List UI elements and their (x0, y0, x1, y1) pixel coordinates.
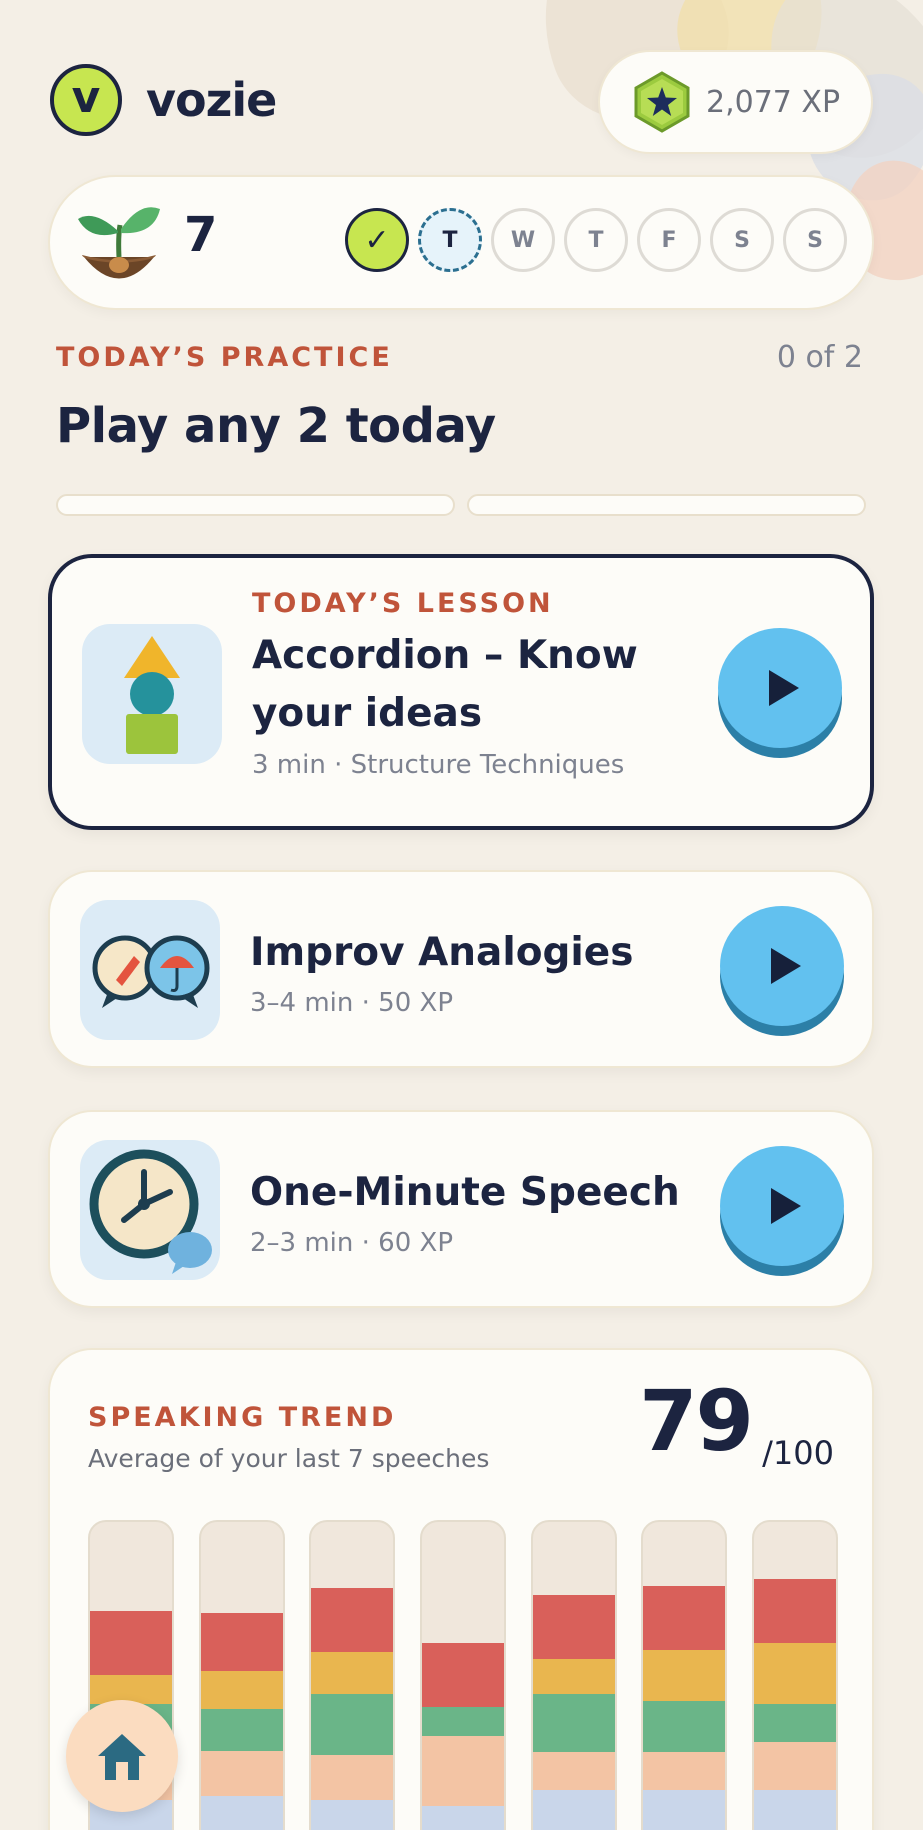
activity-meta: 3–4 min · 50 XP (250, 988, 454, 1019)
play-icon (771, 948, 801, 984)
trend-bar (751, 1520, 838, 1830)
trend-subtitle: Average of your last 7 speeches (88, 1444, 490, 1473)
play-button[interactable] (720, 1146, 844, 1276)
sprout-icon (74, 195, 164, 295)
trend-bar (641, 1520, 728, 1830)
progress-segment (56, 494, 455, 516)
trend-bar-segment (200, 1671, 283, 1709)
trend-bar (198, 1520, 285, 1830)
logo-badge: v (50, 64, 122, 136)
trend-bar-segment (311, 1652, 394, 1694)
trend-bar-segment (532, 1595, 615, 1659)
trend-bar-segment (753, 1704, 836, 1742)
lesson-eyebrow: TODAY’S LESSON (252, 588, 554, 619)
trend-bar-segment (421, 1643, 504, 1707)
speech-bubbles-rocket-umbrella-icon (80, 900, 220, 1040)
streak-card[interactable]: 7 ✓ T W T F S S (48, 175, 874, 310)
practice-progress (56, 494, 866, 516)
lesson-title-line1: Accordion – Know (252, 633, 638, 678)
home-icon (98, 1734, 146, 1780)
trend-bar-segment (200, 1751, 283, 1796)
activity-title: One-Minute Speech (250, 1170, 680, 1215)
shape-stack-icon (82, 624, 222, 764)
lesson-title-line2: your ideas (252, 691, 483, 737)
activity-title: Improv Analogies (250, 930, 634, 975)
activity-card-one-minute-speech[interactable]: One-Minute Speech 2–3 min · 60 XP (48, 1110, 874, 1308)
progress-segment (467, 494, 866, 516)
trend-bar-segment (311, 1694, 394, 1755)
play-button[interactable] (720, 906, 844, 1036)
star-hexagon-icon (634, 71, 690, 133)
trend-bar-segment (532, 1659, 615, 1694)
trend-bar-segment (643, 1586, 726, 1650)
trend-bar (309, 1520, 396, 1830)
day-2-today[interactable]: T (418, 208, 482, 272)
activity-text: One-Minute Speech 2–3 min · 60 XP (250, 1162, 680, 1258)
day-6[interactable]: S (710, 208, 774, 272)
trend-bar-segment (200, 1796, 283, 1830)
day-4[interactable]: T (564, 208, 628, 272)
day-7[interactable]: S (783, 208, 847, 272)
top-header: v vozie 2,077 XP (50, 50, 873, 172)
trend-bar-segment (200, 1613, 283, 1671)
trend-bar-segment (753, 1643, 836, 1704)
day-3[interactable]: W (491, 208, 555, 272)
lesson-text: TODAY’S LESSON Accordion – Know your ide… (252, 588, 638, 780)
activity-meta: 2–3 min · 60 XP (250, 1228, 454, 1259)
xp-value: 2,077 XP (706, 84, 841, 120)
trend-bar-segment (421, 1806, 504, 1830)
practice-count: 0 of 2 (776, 340, 863, 375)
trend-bar (419, 1520, 506, 1830)
app-logo[interactable]: v vozie (50, 64, 277, 136)
trend-bar-segment (643, 1650, 726, 1701)
week-days: ✓ T W T F S S (345, 208, 847, 272)
practice-title: Play any 2 today (56, 398, 496, 454)
trend-bar-segment (311, 1800, 394, 1830)
trend-bar (530, 1520, 617, 1830)
trend-bar-segment (90, 1675, 172, 1704)
trend-bar-segment (532, 1694, 615, 1752)
streak-count: 7 (184, 207, 218, 263)
trend-bar-segment (90, 1611, 172, 1675)
trend-bar-segment (311, 1755, 394, 1800)
trend-bar-segment (421, 1736, 504, 1806)
trend-bar-segment (311, 1588, 394, 1652)
app-name: vozie (146, 73, 277, 127)
trend-bar-segment (200, 1709, 283, 1751)
play-icon (769, 670, 799, 706)
trend-bar-segment (753, 1790, 836, 1830)
lesson-card-accordion[interactable]: TODAY’S LESSON Accordion – Know your ide… (48, 554, 874, 830)
home-button[interactable] (66, 1700, 178, 1812)
trend-bar-segment (643, 1752, 726, 1790)
trend-score: 79 (639, 1372, 754, 1470)
trend-label: SPEAKING TREND (88, 1402, 397, 1433)
trend-bars (88, 1520, 838, 1830)
activity-card-improv-analogies[interactable]: Improv Analogies 3–4 min · 50 XP (48, 870, 874, 1068)
xp-badge[interactable]: 2,077 XP (598, 50, 873, 154)
trend-bar-segment (421, 1707, 504, 1736)
practice-label: TODAY’S PRACTICE (56, 342, 393, 373)
trend-max: /100 (762, 1434, 834, 1472)
play-icon (771, 1188, 801, 1224)
lesson-meta: 3 min · Structure Techniques (252, 749, 625, 780)
trend-bar-segment (753, 1742, 836, 1790)
day-1-done[interactable]: ✓ (345, 208, 409, 272)
day-5[interactable]: F (637, 208, 701, 272)
clock-speech-icon (80, 1140, 220, 1280)
trend-bar-segment (643, 1790, 726, 1830)
activity-text: Improv Analogies 3–4 min · 50 XP (250, 922, 633, 1018)
play-button[interactable] (718, 628, 842, 758)
trend-bar-segment (532, 1752, 615, 1790)
trend-bar-segment (753, 1579, 836, 1643)
trend-bar-segment (643, 1701, 726, 1752)
trend-bar-segment (532, 1790, 615, 1830)
